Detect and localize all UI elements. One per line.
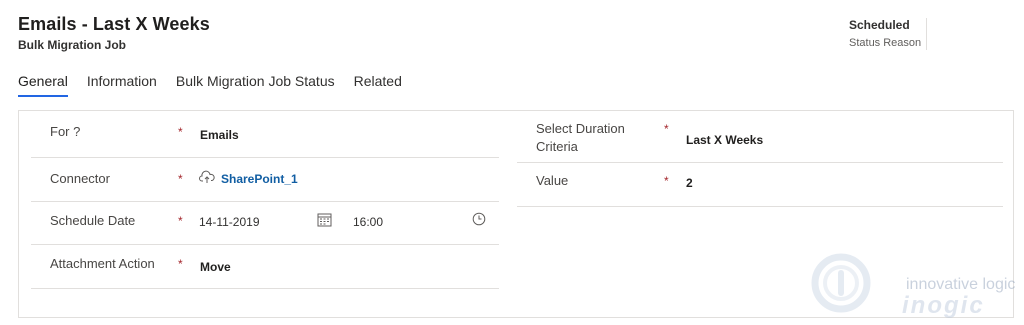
connector-lookup-link[interactable]: SharePoint_1 [221,172,298,186]
calendar-icon[interactable] [317,212,332,232]
watermark-brand: inogic [902,292,985,319]
duration-criteria-label-line1: Select Duration [536,121,625,136]
status-reason-label: Status Reason [849,37,922,49]
clock-icon[interactable] [472,212,486,231]
for-value[interactable]: Emails [200,128,239,142]
tab-information[interactable]: Information [87,73,157,97]
schedule-date-label: Schedule Date [50,213,136,228]
value-label: Value [536,173,569,188]
header-divider [926,18,927,50]
required-marker: * [178,125,183,139]
required-marker: * [178,214,183,228]
record-header: Emails - Last X Weeks Bulk Migration Job [18,14,210,52]
connector-label: Connector [50,171,110,186]
status-reason-field: Scheduled Status Reason [849,18,921,49]
entity-type-label: Bulk Migration Job [18,38,126,52]
field-row-schedule-date: Schedule Date * 14-11-2019 16:00 [31,202,499,245]
attachment-action-label: Attachment Action [50,256,155,271]
value-value[interactable]: 2 [686,176,693,190]
tab-bar: General Information Bulk Migration Job S… [18,73,421,97]
required-marker: * [664,122,669,136]
page-title: Emails - Last X Weeks [18,14,210,34]
tab-general[interactable]: General [18,73,68,97]
required-marker: * [178,172,183,186]
tab-bulk-migration-job-status[interactable]: Bulk Migration Job Status [176,73,335,97]
required-marker: * [178,257,183,271]
field-row-connector: Connector * SharePoint_1 [31,158,499,202]
for-label: For ? [50,124,81,139]
required-marker: * [664,174,669,188]
field-row-attachment-action: Attachment Action * Move [31,245,499,289]
field-row-value: Value * 2 [517,163,1003,207]
field-row-duration-criteria: Select Duration Criteria * Last X Weeks [517,111,1003,163]
field-row-for: For ? * Emails [31,111,499,158]
inogic-logo-icon [811,253,871,313]
duration-criteria-value[interactable]: Last X Weeks [686,133,763,147]
duration-criteria-label-line2: Criteria [536,139,578,154]
attachment-action-value[interactable]: Move [200,260,231,274]
status-reason-value: Scheduled [849,18,910,32]
schedule-time-input[interactable]: 16:00 [353,215,383,229]
cloud-sync-icon [199,170,215,189]
inogic-watermark: innovative logic inogic [810,250,1015,321]
tab-related[interactable]: Related [354,73,402,97]
schedule-date-input[interactable]: 14-11-2019 [199,215,260,229]
duration-criteria-label: Select Duration Criteria [536,120,625,156]
